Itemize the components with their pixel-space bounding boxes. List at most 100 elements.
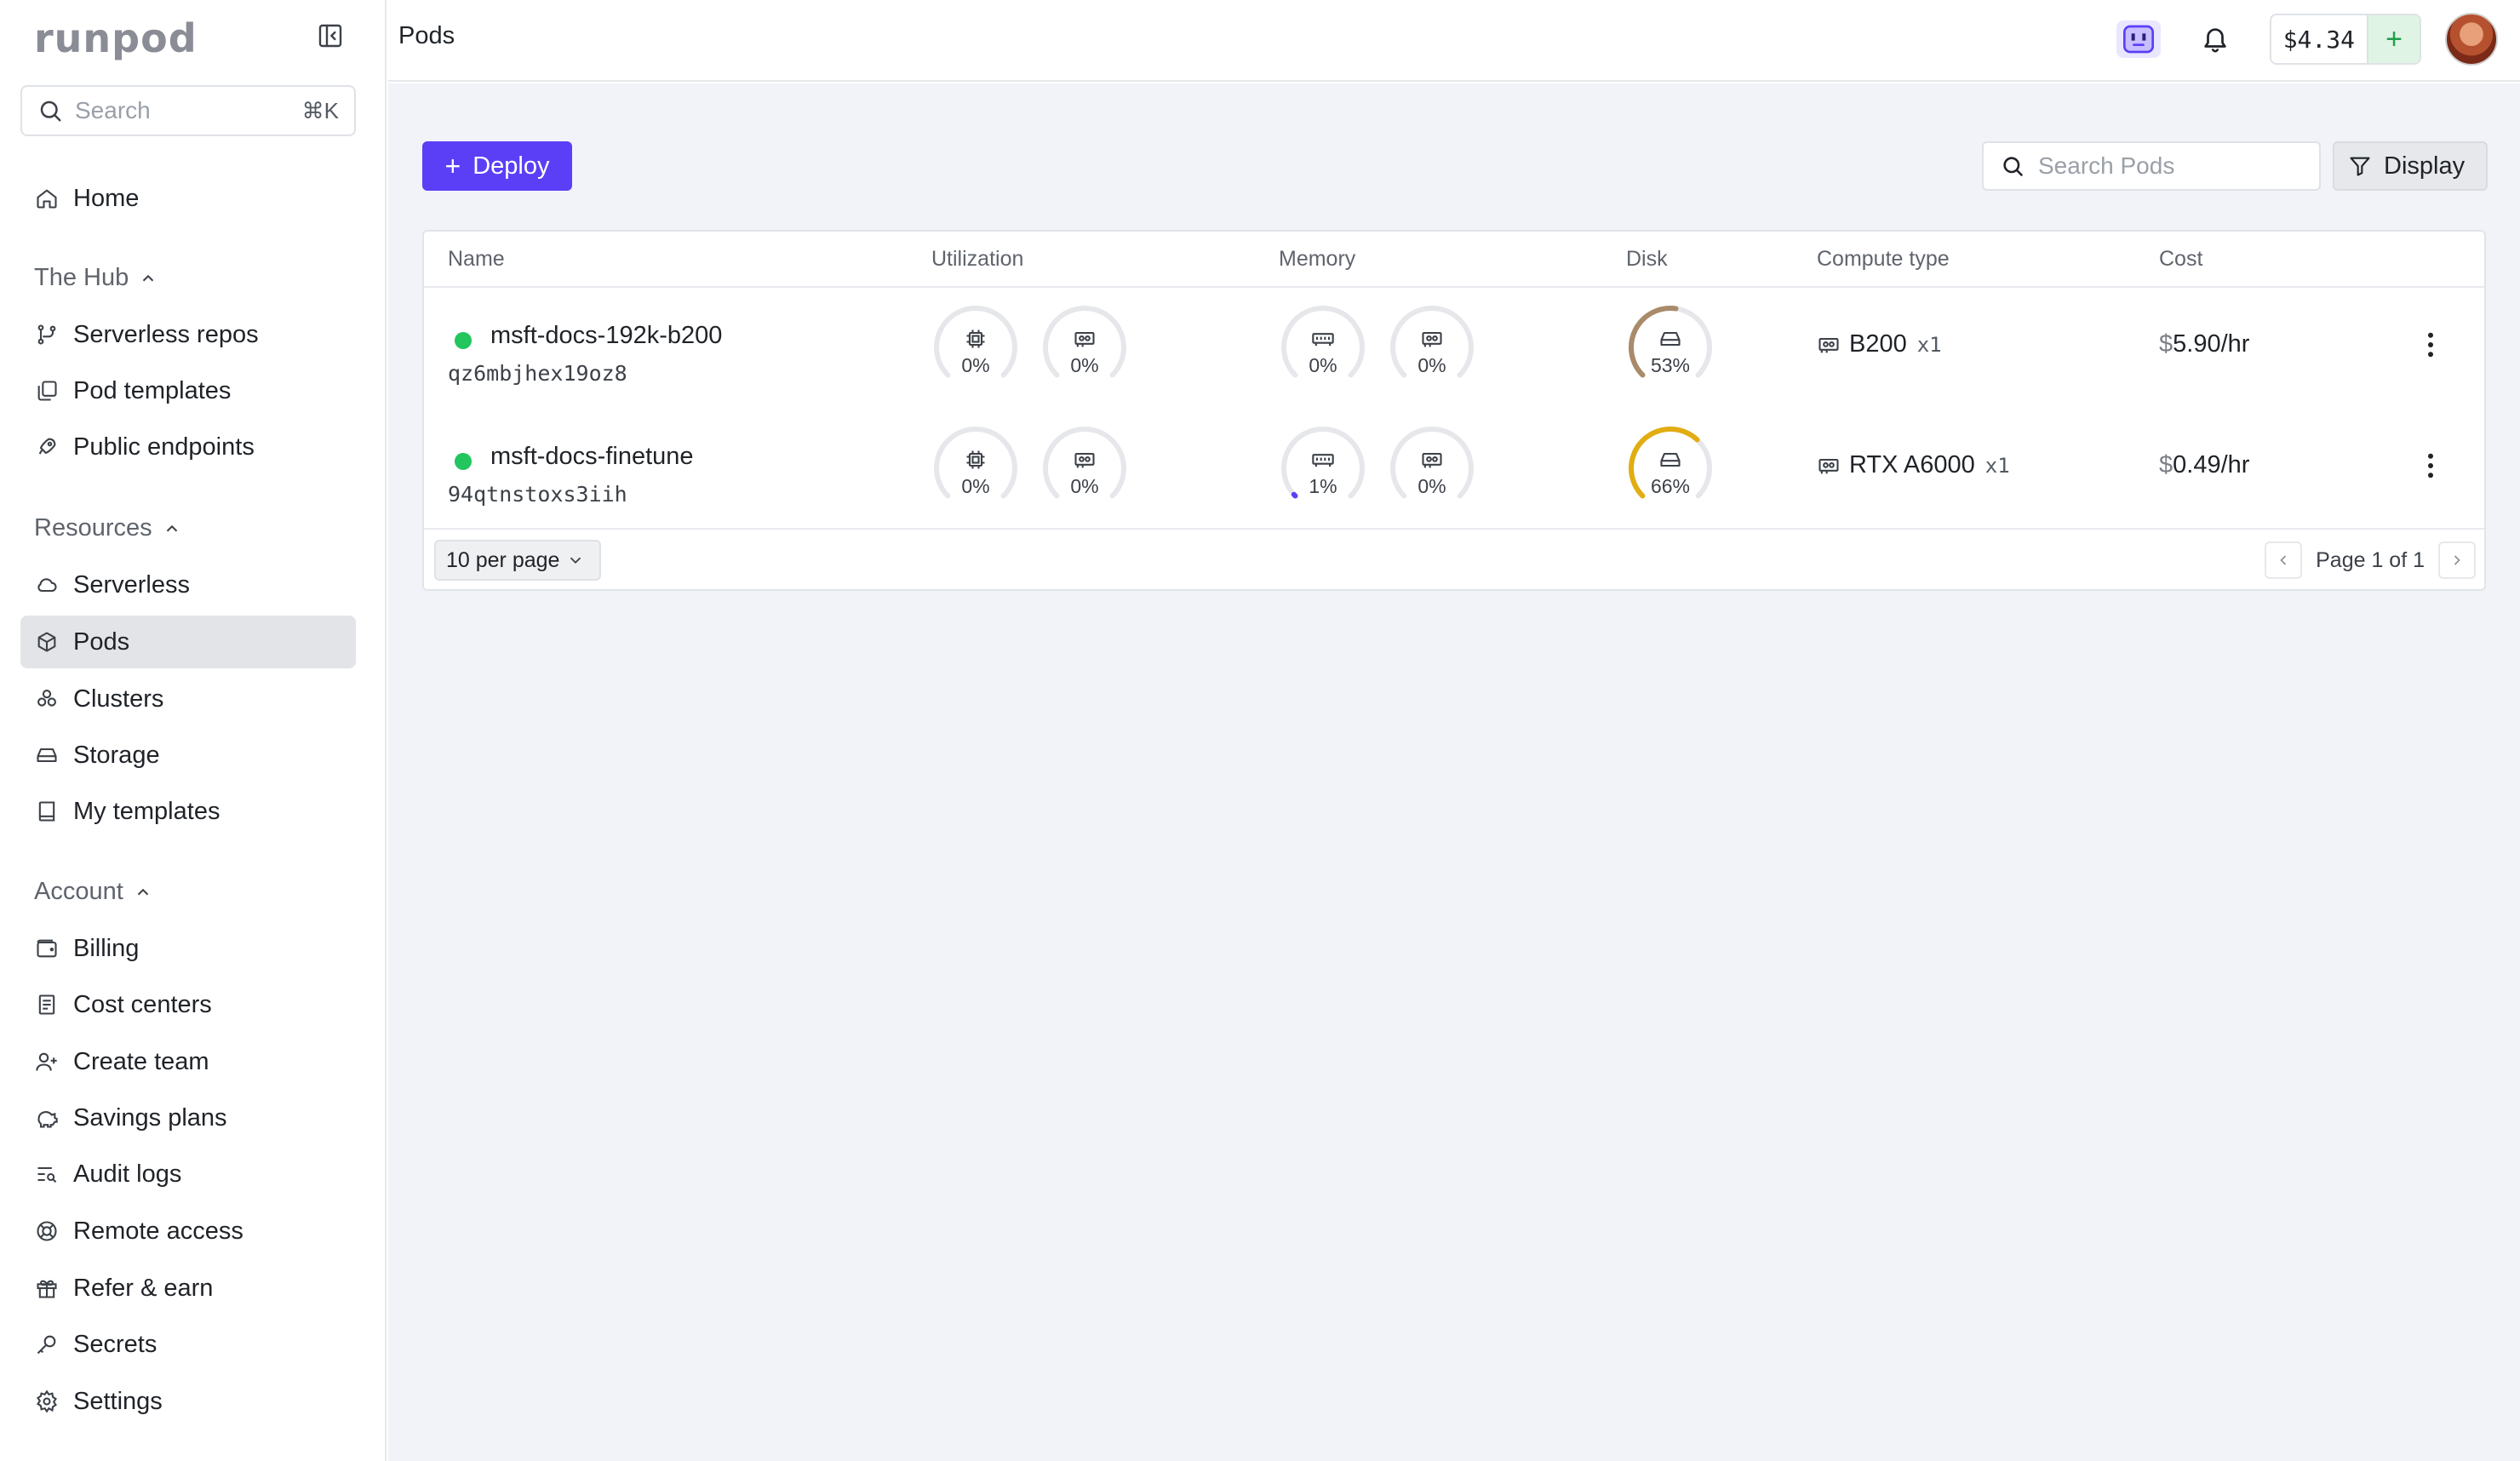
gpu-icon bbox=[1073, 448, 1097, 472]
gauge-cpu-utilization: 0% bbox=[931, 424, 1020, 513]
section-account[interactable]: Account bbox=[34, 878, 152, 906]
section-the-hub[interactable]: The Hub bbox=[34, 264, 158, 292]
more-actions-icon[interactable] bbox=[2426, 453, 2435, 483]
sidebar-item-storage[interactable]: Storage bbox=[20, 729, 356, 782]
book-icon bbox=[34, 799, 60, 824]
runpod-logo[interactable]: runpod bbox=[34, 15, 198, 61]
sidebar-item-pod-templates[interactable]: Pod templates bbox=[20, 364, 356, 417]
column-header-utilization[interactable]: Utilization bbox=[931, 247, 1023, 272]
more-actions-icon[interactable] bbox=[2426, 332, 2435, 362]
gpu-model: RTX A6000 bbox=[1849, 451, 1975, 478]
sidebar-item-label: Audit logs bbox=[73, 1160, 182, 1188]
display-button[interactable]: Display bbox=[2333, 141, 2488, 191]
search-icon bbox=[2003, 157, 2023, 176]
sidebar-item-audit-logs[interactable]: Audit logs bbox=[20, 1148, 356, 1200]
gpu-icon bbox=[1073, 327, 1097, 351]
gauge-value: 53% bbox=[1650, 354, 1691, 376]
gauge-vram: 0% bbox=[1388, 303, 1476, 392]
sidebar-item-refer-earn[interactable]: Refer & earn bbox=[20, 1262, 356, 1315]
cluster-icon bbox=[34, 686, 60, 712]
assistant-bot-icon[interactable] bbox=[2116, 20, 2161, 58]
sidebar-item-label: Billing bbox=[73, 934, 140, 962]
compute-type: B200 x1 bbox=[1817, 330, 1942, 358]
search-pods-placeholder: Search Pods bbox=[2038, 152, 2175, 179]
gear-icon bbox=[34, 1389, 60, 1414]
notifications-bell-icon[interactable] bbox=[2196, 20, 2234, 58]
page-title: Pods bbox=[398, 22, 455, 49]
sidebar-item-label: Settings bbox=[73, 1387, 163, 1415]
topbar-actions: $4.34 + bbox=[2116, 10, 2498, 68]
per-page-value: 10 per page bbox=[446, 547, 560, 572]
sidebar-item-serverless[interactable]: Serverless bbox=[20, 559, 356, 611]
sidebar-item-cost-centers[interactable]: Cost centers bbox=[20, 978, 356, 1031]
sidebar-item-public-endpoints[interactable]: Public endpoints bbox=[20, 421, 356, 473]
column-header-compute-type[interactable]: Compute type bbox=[1817, 247, 1950, 272]
column-header-memory[interactable]: Memory bbox=[1279, 247, 1355, 272]
gpu-icon bbox=[1420, 448, 1444, 472]
pod-id[interactable]: qz6mbjhex19oz8 bbox=[448, 361, 627, 386]
gpu-icon bbox=[1420, 327, 1444, 351]
sidebar-item-label: Savings plans bbox=[73, 1103, 227, 1132]
pod-name[interactable]: msft-docs-finetune bbox=[490, 443, 694, 471]
sidebar-item-remote-access[interactable]: Remote access bbox=[20, 1205, 356, 1258]
gauge-value: 1% bbox=[1309, 475, 1337, 497]
sidebar-collapse-icon[interactable] bbox=[315, 20, 346, 51]
gauge-disk: 53% bbox=[1626, 303, 1715, 392]
table-row[interactable]: msft-docs-finetune 94qtnstoxs3iih 0% 0% … bbox=[424, 409, 2484, 530]
repos-icon bbox=[34, 322, 60, 347]
gauge-gpu-utilization: 0% bbox=[1040, 303, 1129, 392]
section-resources[interactable]: Resources bbox=[34, 514, 181, 542]
prev-page-button[interactable] bbox=[2265, 541, 2303, 579]
section-title: Account bbox=[34, 878, 123, 905]
sidebar-item-create-team[interactable]: Create team bbox=[20, 1035, 356, 1088]
sidebar-item-home[interactable]: Home bbox=[20, 172, 356, 225]
sidebar-item-billing[interactable]: Billing bbox=[20, 922, 356, 975]
sidebar-item-pods[interactable]: Pods bbox=[20, 616, 356, 668]
lifebuoy-icon bbox=[34, 1218, 60, 1244]
storage-icon bbox=[34, 742, 60, 768]
search-pods-input[interactable]: Search Pods bbox=[1982, 141, 2321, 191]
section-title: The Hub bbox=[34, 264, 129, 291]
gauge-disk: 66% bbox=[1626, 424, 1715, 513]
per-page-select[interactable]: 10 per page bbox=[434, 540, 601, 581]
column-header-name[interactable]: Name bbox=[448, 247, 505, 272]
sidebar-item-savings-plans[interactable]: Savings plans bbox=[20, 1091, 356, 1144]
gauge-value: 0% bbox=[1070, 354, 1099, 376]
piggy-bank-icon bbox=[34, 1105, 60, 1131]
home-icon bbox=[34, 186, 60, 211]
sidebar-item-secrets[interactable]: Secrets bbox=[20, 1318, 356, 1371]
avatar[interactable] bbox=[2445, 13, 2498, 66]
templates-icon bbox=[34, 378, 60, 404]
pagination: Page 1 of 1 bbox=[2265, 540, 2476, 581]
pod-cost: $0.49/hr bbox=[2159, 451, 2249, 479]
account-balance[interactable]: $4.34 + bbox=[2269, 14, 2421, 65]
chevron-up-icon bbox=[137, 888, 149, 895]
gift-icon bbox=[34, 1275, 60, 1301]
column-header-disk[interactable]: Disk bbox=[1626, 247, 1668, 272]
disk-icon bbox=[1658, 448, 1682, 472]
filter-icon bbox=[2350, 157, 2370, 176]
sidebar-item-clusters[interactable]: Clusters bbox=[20, 673, 356, 725]
pod-name[interactable]: msft-docs-192k-b200 bbox=[490, 322, 722, 350]
display-label: Display bbox=[2384, 152, 2466, 180]
sidebar-item-my-templates[interactable]: My templates bbox=[20, 785, 356, 838]
chevron-left-icon bbox=[2280, 555, 2287, 565]
currency-symbol: $ bbox=[2159, 451, 2174, 478]
table-row[interactable]: msft-docs-192k-b200 qz6mbjhex19oz8 0% 0%… bbox=[424, 288, 2484, 409]
sidebar-item-label: Pods bbox=[73, 627, 130, 656]
sidebar-item-label: Storage bbox=[73, 741, 160, 769]
sidebar-search[interactable]: Search ⌘K bbox=[20, 85, 356, 136]
sidebar-item-settings[interactable]: Settings bbox=[20, 1375, 356, 1428]
sidebar-item-serverless-repos[interactable]: Serverless repos bbox=[20, 308, 356, 361]
sidebar-search-placeholder: Search bbox=[75, 97, 151, 123]
gpu-count: x1 bbox=[1984, 453, 2010, 478]
column-header-cost[interactable]: Cost bbox=[2159, 247, 2202, 272]
pod-id[interactable]: 94qtnstoxs3iih bbox=[448, 482, 627, 507]
pod-cost: $5.90/hr bbox=[2159, 330, 2249, 358]
sidebar-item-label: Pod templates bbox=[73, 376, 232, 404]
wallet-icon bbox=[34, 936, 60, 961]
gpu-icon bbox=[1818, 337, 1839, 352]
deploy-button[interactable]: + Deploy bbox=[422, 141, 572, 191]
add-funds-button[interactable]: + bbox=[2367, 15, 2420, 63]
next-page-button[interactable] bbox=[2438, 541, 2476, 579]
